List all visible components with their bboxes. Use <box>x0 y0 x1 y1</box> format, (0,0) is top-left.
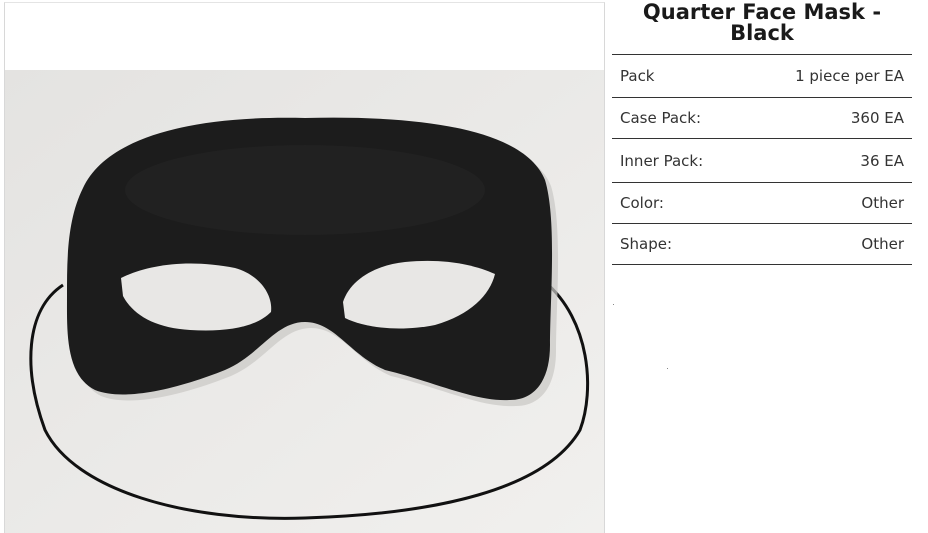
spec-label: Inner Pack: <box>620 151 704 170</box>
stray-dot <box>667 368 668 369</box>
spec-value: 360 EA <box>850 109 904 127</box>
product-details: Quarter Face Mask - Black Pack 1 piece p… <box>612 0 912 265</box>
spec-table: Pack 1 piece per EA Case Pack: 360 EA In… <box>612 54 912 265</box>
spec-row-inner-pack: Inner Pack: 36 EA <box>612 139 912 183</box>
spec-value: Other <box>861 194 904 212</box>
product-photo[interactable] <box>5 70 604 533</box>
spec-label: Case Pack: <box>620 109 702 127</box>
spec-value: 1 piece per EA <box>795 67 904 85</box>
product-title: Quarter Face Mask - Black <box>642 0 882 45</box>
spec-row-color: Color: Other <box>612 183 912 224</box>
spec-row-pack: Pack 1 piece per EA <box>612 55 912 98</box>
spec-row-shape: Shape: Other <box>612 224 912 265</box>
spec-row-case-pack: Case Pack: 360 EA <box>612 98 912 139</box>
spec-value: Other <box>861 235 904 253</box>
product-image-frame <box>4 2 605 533</box>
spec-label: Shape: <box>620 235 673 253</box>
spec-label: Pack <box>620 67 655 85</box>
spec-label: Color: <box>620 194 664 212</box>
stray-dot <box>613 304 614 305</box>
mask-illustration <box>5 70 604 533</box>
product-page: Quarter Face Mask - Black Pack 1 piece p… <box>0 0 928 533</box>
spec-value: 36 EA <box>860 151 904 170</box>
